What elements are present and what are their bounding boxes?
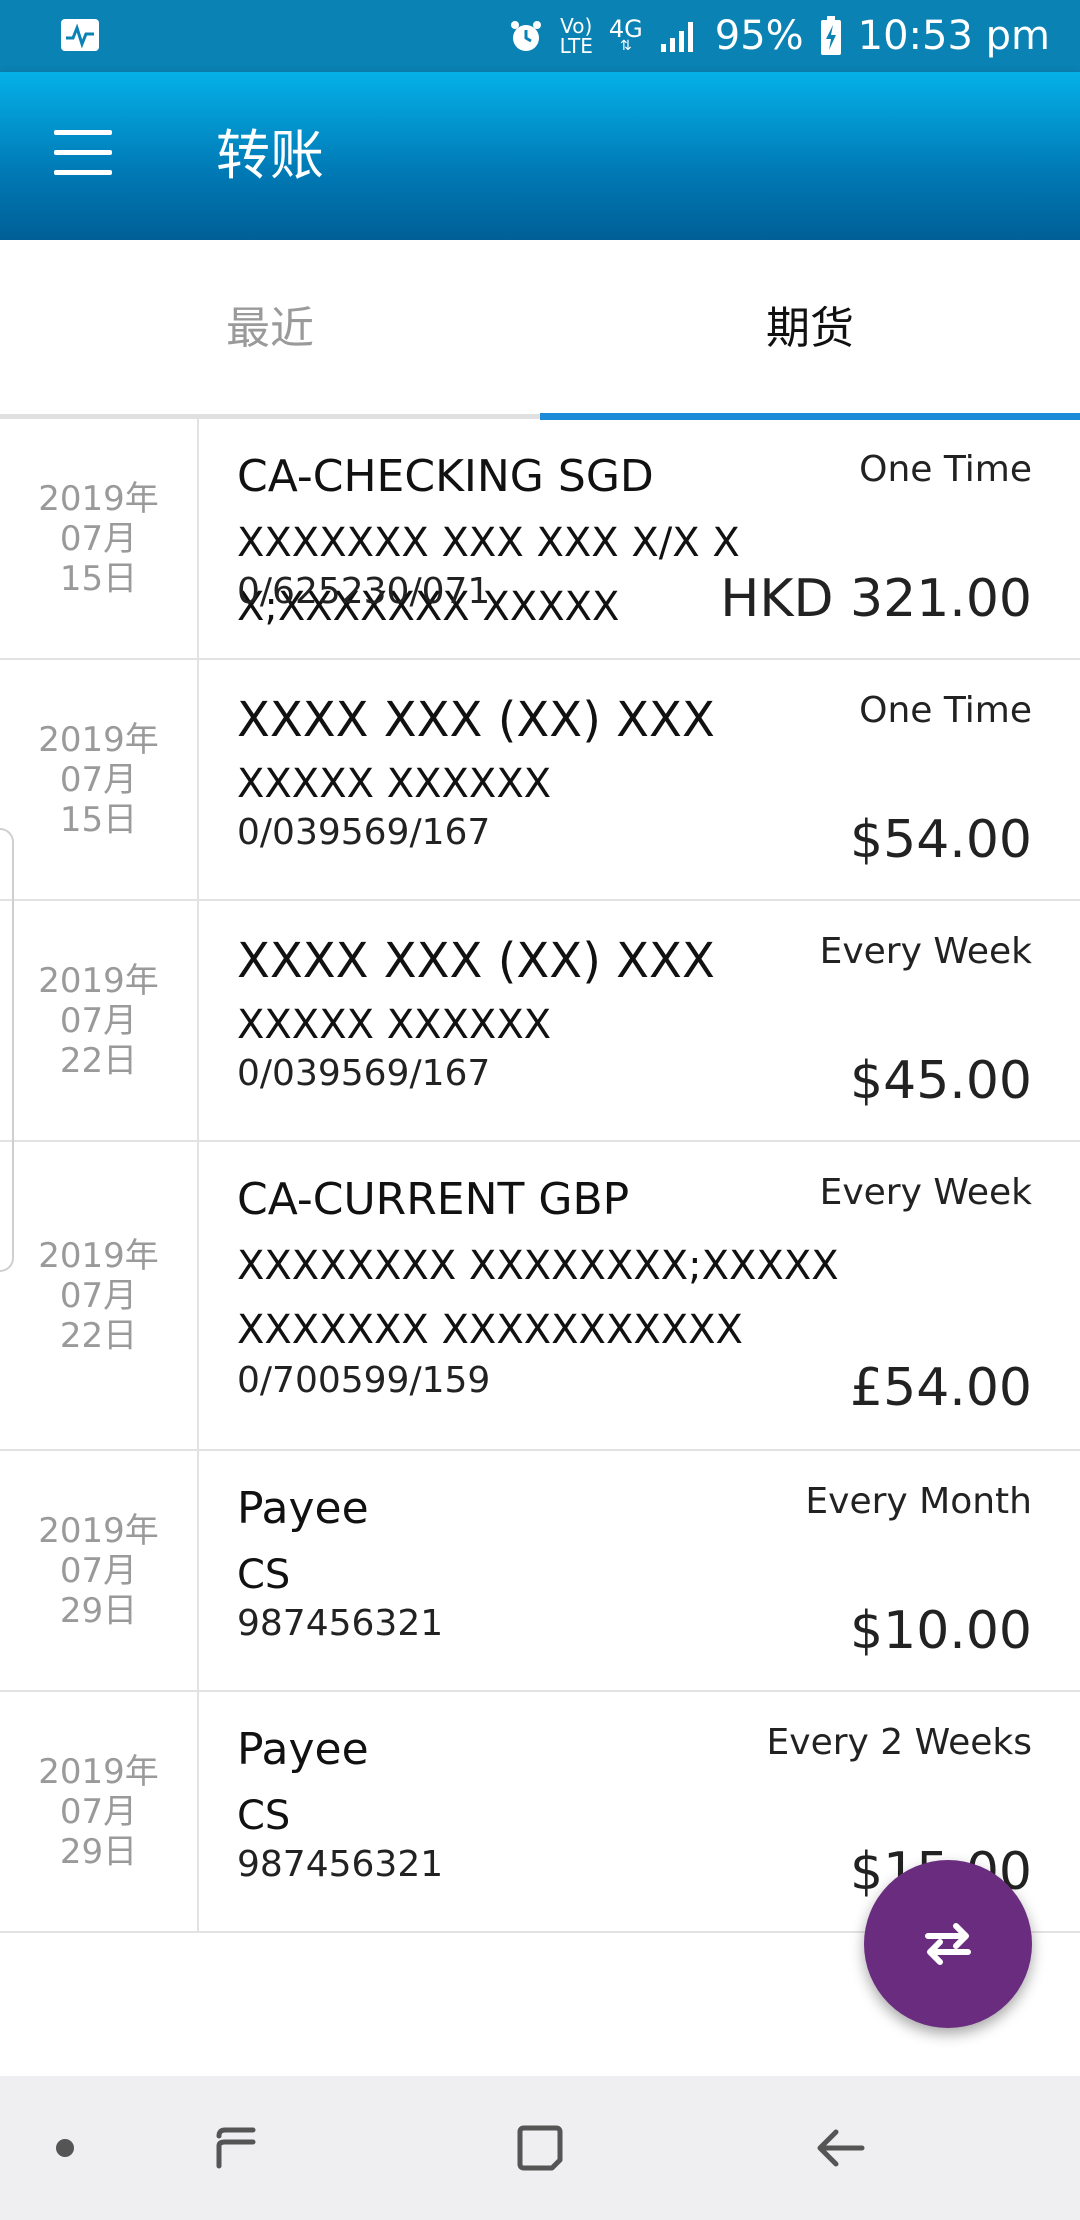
date-day: 29日 — [59, 1590, 138, 1631]
date-column: 2019年 07月 22日 — [0, 1142, 199, 1449]
account-number: 0/625230/071 — [237, 571, 491, 612]
transfer-details: Payee Every Month CS 987456321 $10.00 — [237, 1451, 1032, 1690]
alarm-icon — [510, 21, 541, 51]
account-number: 987456321 — [237, 1844, 444, 1885]
system-nav-bar — [0, 2076, 1080, 2220]
date-day: 22日 — [59, 1040, 138, 1081]
date-year: 2019年 — [38, 1751, 159, 1792]
date-day: 15日 — [59, 799, 138, 840]
date-day: 29日 — [59, 1831, 138, 1872]
date-month: 07月 — [59, 518, 138, 559]
transfer-amount: £54.00 — [850, 1358, 1032, 1418]
payee-title: XXXX XXX (XX) XXX — [237, 692, 715, 748]
transfer-amount: HKD 321.00 — [720, 569, 1032, 629]
account-number: 0/700599/159 — [237, 1360, 491, 1401]
list-item[interactable]: 2019年 07月 29日 Payee Every Month CS 98745… — [0, 1451, 1080, 1692]
transfer-details: CA-CHECKING SGD One Time XXXXXXX XXX XXX… — [237, 419, 1032, 658]
payee-description: XXXXX XXXXXX — [237, 1002, 552, 1048]
frequency-label: Every Week — [819, 1172, 1032, 1213]
frequency-label: Every Week — [819, 931, 1032, 972]
date-year: 2019年 — [38, 478, 159, 519]
volte-bottom-label: LTE — [559, 34, 593, 58]
recent-apps-icon[interactable] — [190, 2076, 280, 2220]
payee-description: CS — [237, 1793, 291, 1839]
activity-icon — [61, 19, 99, 51]
battery-percent: 95% — [714, 13, 804, 59]
tab-future[interactable]: 期货 — [540, 240, 1080, 418]
list-item[interactable]: 2019年 07月 15日 XXXX XXX (XX) XXX One Time… — [0, 660, 1080, 901]
back-icon[interactable] — [795, 2076, 885, 2220]
date-column: 2019年 07月 15日 — [0, 660, 199, 899]
list-item[interactable]: 2019年 07月 22日 CA-CURRENT GBP Every Week … — [0, 1142, 1080, 1451]
payee-title: XXXX XXX (XX) XXX — [237, 933, 715, 989]
home-icon[interactable] — [495, 2076, 585, 2220]
transfer-amount: $10.00 — [850, 1601, 1032, 1661]
date-month: 07月 — [59, 1275, 138, 1316]
transfer-list: 2019年 07月 15日 CA-CHECKING SGD One Time X… — [0, 419, 1080, 1933]
frequency-label: One Time — [859, 690, 1032, 731]
payee-title: CA-CHECKING SGD — [237, 451, 654, 502]
volte-top-label: Vo) — [560, 14, 593, 38]
tab-bar: 最近 期货 — [0, 240, 1080, 418]
transfer-arrows-icon — [925, 1923, 971, 1965]
frequency-label: Every Month — [805, 1481, 1032, 1522]
list-item[interactable]: 2019年 07月 15日 CA-CHECKING SGD One Time X… — [0, 419, 1080, 660]
transfer-amount: $45.00 — [850, 1051, 1032, 1111]
dot-icon[interactable] — [30, 2076, 100, 2220]
account-number: 987456321 — [237, 1603, 444, 1644]
account-number: 0/039569/167 — [237, 812, 491, 853]
payee-title: Payee — [237, 1724, 369, 1775]
date-column: 2019年 07月 15日 — [0, 419, 199, 658]
date-day: 22日 — [59, 1315, 138, 1356]
transfer-details: XXXX XXX (XX) XXX One Time XXXXX XXXXXX … — [237, 660, 1032, 899]
date-column: 2019年 07月 29日 — [0, 1692, 199, 1931]
date-year: 2019年 — [38, 1510, 159, 1551]
frequency-label: Every 2 Weeks — [766, 1722, 1032, 1763]
payee-description: XXXXXXXX XXXXXXXX;XXXXX XXXXXXX XXXXXXXX… — [237, 1243, 839, 1353]
volte-icon: Vo) LTE — [560, 16, 593, 56]
signal-type-label: 4G ⇅ — [609, 17, 643, 53]
battery-charging-icon — [820, 16, 841, 55]
page-title: 转账 — [216, 124, 324, 187]
tab-recent[interactable]: 最近 — [0, 240, 540, 418]
date-year: 2019年 — [38, 960, 159, 1001]
status-time: 10:53 pm — [857, 13, 1050, 59]
list-item[interactable]: 2019年 07月 22日 XXXX XXX (XX) XXX Every We… — [0, 901, 1080, 1142]
date-month: 07月 — [59, 1791, 138, 1832]
hamburger-menu-icon[interactable] — [54, 130, 112, 182]
transfer-fab-button[interactable] — [864, 1860, 1032, 2028]
date-column: 2019年 07月 29日 — [0, 1451, 199, 1690]
date-month: 07月 — [59, 759, 138, 800]
transfer-details: XXXX XXX (XX) XXX Every Week XXXXX XXXXX… — [237, 901, 1032, 1140]
status-icons: Vo) LTE 4G ⇅ 95% 10:53 pm — [508, 0, 1050, 72]
payee-description: XXXXX XXXXXX — [237, 761, 552, 807]
app-bar: 转账 — [0, 72, 1080, 240]
date-day: 15日 — [59, 558, 138, 599]
date-year: 2019年 — [38, 1235, 159, 1276]
frequency-label: One Time — [859, 449, 1032, 490]
transfer-amount: $54.00 — [850, 810, 1032, 870]
date-month: 07月 — [59, 1000, 138, 1041]
side-panel-handle[interactable] — [0, 828, 14, 1272]
date-year: 2019年 — [38, 719, 159, 760]
date-column: 2019年 07月 22日 — [0, 901, 199, 1140]
payee-title: CA-CURRENT GBP — [237, 1174, 630, 1225]
status-bar: Vo) LTE 4G ⇅ 95% 10:53 pm — [0, 0, 1080, 72]
signal-icon — [660, 22, 693, 52]
date-month: 07月 — [59, 1550, 138, 1591]
payee-description: CS — [237, 1552, 291, 1598]
account-number: 0/039569/167 — [237, 1053, 491, 1094]
payee-title: Payee — [237, 1483, 369, 1534]
transfer-details: CA-CURRENT GBP Every Week XXXXXXXX XXXXX… — [237, 1142, 1032, 1449]
